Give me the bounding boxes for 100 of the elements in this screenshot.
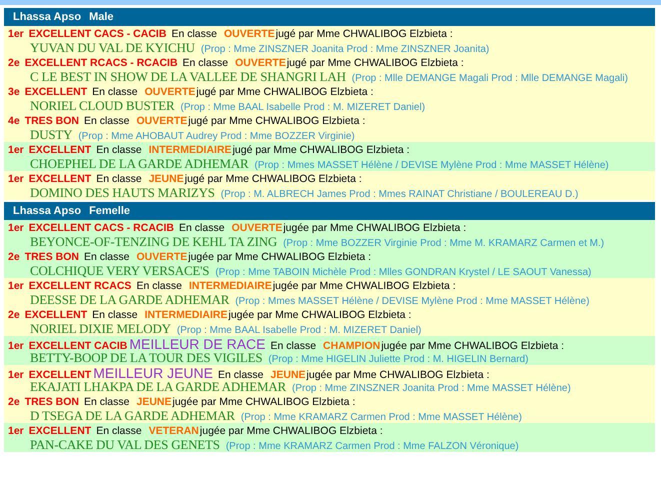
dog-name: NORIEL DIXIE MELODY <box>30 321 171 336</box>
rank-label: 1er <box>8 144 24 156</box>
class-name: OUVERTE <box>136 251 188 263</box>
judge-text: jugé par Mme CHWALIBOG Elzbieta : <box>232 144 410 156</box>
class-label: En classe <box>96 173 142 185</box>
grade-label: EXCELLENT <box>28 173 92 185</box>
class-label: En classe <box>218 369 264 381</box>
dog-name: CHOEPHEL DE LA GARDE ADHEMAR <box>30 156 249 171</box>
owner-text: (Prop : Mme AHOBAUT Audrey Prod : Mme BOZZER Virginie) <box>78 130 355 144</box>
class-name: JEUNE <box>270 369 306 381</box>
dog-name: EKAJATI LHAKPA DE LA GARDE ADHEMAR <box>30 379 286 394</box>
award-label: MEILLEUR DE RACE <box>129 338 266 350</box>
rank-label: 1er <box>8 173 24 185</box>
class-label: En classe <box>84 115 130 127</box>
rank-label: 1er <box>8 28 24 40</box>
breed-label: Lhassa Apso <box>13 11 82 23</box>
dog-name: BEYONCE-OF-TENZING DE KEHL TA ZING <box>30 234 278 249</box>
class-name: OUVERTE <box>235 57 286 69</box>
owner-text: (Prop : Mme BOZZER Virginie Prod : Mme M. KRAMARZ Carmen et M.) <box>283 237 604 251</box>
grade-label: EXCELLENT RCACS - RCACIB <box>24 57 178 69</box>
class-name: JEUNE <box>148 173 184 185</box>
owner-text: (Prop : Mme KRAMARZ Carmen Prod : Mme FALZON Véronique) <box>226 440 519 454</box>
rank-label: 1er <box>8 340 24 352</box>
class-name: JEUNE <box>136 396 172 408</box>
class-label: En classe <box>84 396 130 408</box>
grade-label: TRES BON <box>24 251 79 263</box>
judge-text: jugée par Mme CHWALIBOG Elzbieta : <box>188 251 372 263</box>
grade-label: EXCELLENT CACS - RCACIB <box>28 222 174 234</box>
class-name: OUVERTE <box>136 115 188 127</box>
judge-text: jugée par Mme CHWALIBOG Elzbieta : <box>381 340 564 352</box>
dog-name: DEESSE DE LA GARDE ADHEMAR <box>30 292 230 307</box>
class-label: En classe <box>179 222 225 234</box>
grade-label: EXCELLENT <box>28 369 92 381</box>
grade-label: EXCELLENT <box>24 309 88 321</box>
class-label: En classe <box>84 251 130 263</box>
judge-text: jugé par Mme CHWALIBOG Elzbieta : <box>276 28 453 40</box>
rank-label: 1er <box>8 425 24 437</box>
owner-text: (Prop : Mme KRAMARZ Carmen Prod : Mme MASSET Hélène) <box>240 411 522 425</box>
judge-text: jugé par Mme CHWALIBOG Elzbieta : <box>184 173 362 185</box>
rank-label: 4e <box>8 115 20 127</box>
rank-label: 3e <box>8 86 20 98</box>
owner-text: (Prop : Mmes MASSET Hélène / DEVISE Mylène Prod : Mme MASSET Hélène) <box>254 159 609 173</box>
grade-label: EXCELLENT <box>28 425 92 437</box>
rank-label: 2e <box>8 309 20 321</box>
dog-name: PAN-CAKE DU VAL DES GENETS <box>30 437 220 452</box>
grade-label: EXCELLENT CACS - CACIB <box>28 28 166 40</box>
rank-label: 2e <box>8 396 20 408</box>
class-label: En classe <box>92 309 138 321</box>
owner-text: (Prop : Mme BAAL Isabelle Prod : M. MIZERET Daniel) <box>180 101 426 115</box>
grade-label: EXCELLENT <box>28 144 92 156</box>
judge-text: jugé par Mme CHWALIBOG Elzbieta : <box>196 86 374 98</box>
rank-label: 2e <box>8 57 20 69</box>
grade-label: TRES BON <box>24 396 79 408</box>
judge-text: jugé par Mme CHWALIBOG Elzbieta : <box>286 57 464 69</box>
judge-text: jugée par Mme CHWALIBOG Elzbieta : <box>272 280 456 292</box>
judge-text: jugée par Mme CHWALIBOG Elzbieta : <box>200 425 383 437</box>
judge-text: jugée par Mme CHWALIBOG Elzbieta : <box>228 309 412 321</box>
sex-label: Femelle <box>89 205 130 217</box>
dog-name: D TSEGA DE LA GARDE ADHEMAR <box>30 408 235 423</box>
class-name: OUVERTE <box>232 222 282 234</box>
dog-name: BETTY-BOOP DE LA TOUR DES VIGILES <box>30 350 262 365</box>
owner-text: (Prop : Mlle DEMANGE Magali Prod : Mlle DEMANGE Magali) <box>352 72 628 86</box>
judge-text: jugée par Mme CHWALIBOG Elzbieta : <box>306 369 490 381</box>
owner-text: (Prop : Mme BAAL Isabelle Prod : M. MIZERET Daniel) <box>176 324 422 338</box>
dog-name: NORIEL CLOUD BUSTER <box>30 98 174 113</box>
owner-text: (Prop : M. ALBRECH James Prod : Mmes RAINAT Christiane / BOULEREAU D.) <box>220 188 578 202</box>
class-name: VETERAN <box>148 425 199 437</box>
class-label: En classe <box>96 144 142 156</box>
owner-text: (Prop : Mme ZINSZNER Joanita Prod : Mme MASSET Hélène) <box>292 382 571 396</box>
class-label: En classe <box>182 57 228 69</box>
rank-label: 1er <box>8 222 24 234</box>
grade-label: EXCELLENT CACIB <box>28 340 128 352</box>
class-label: En classe <box>96 425 142 437</box>
judge-text: jugée par Mme CHWALIBOG Elzbieta : <box>283 222 466 234</box>
rank-label: 1er <box>8 369 24 381</box>
class-name: OUVERTE <box>144 86 196 98</box>
dog-name: C LE BEST IN SHOW DE LA VALLEE DE SHANGRI LAH <box>30 69 346 84</box>
grade-label: EXCELLENT <box>24 86 88 98</box>
dog-name: DOMINO DES HAUTS MARIZYS <box>30 185 215 200</box>
owner-text: (Prop : Mme HIGELIN Juliette Prod : M. HIGELIN Bernard) <box>268 353 528 367</box>
grade-label: TRES BON <box>24 115 79 127</box>
class-label: En classe <box>171 28 217 40</box>
breed-label: Lhassa Apso <box>13 205 82 217</box>
owner-text: (Prop : Mme ZINSZNER Joanita Prod : Mme ZINSZNER Joanita) <box>200 43 490 57</box>
class-name: INTERMEDIAIRE <box>148 144 232 156</box>
award-label: MEILLEUR JEUNE <box>93 367 213 379</box>
class-label: En classe <box>136 280 182 292</box>
owner-text: (Prop : Mmes MASSET Hélène / DEVISE Mylène Prod : Mme MASSET Hélène) <box>235 295 590 309</box>
rank-label: 2e <box>8 251 20 263</box>
class-name: INTERMEDIAIRE <box>144 309 228 321</box>
judge-text: jugée par Mme CHWALIBOG Elzbieta : <box>172 396 356 408</box>
class-label: En classe <box>270 340 316 352</box>
judge-text: jugé par Mme CHWALIBOG Elzbieta : <box>188 115 366 127</box>
class-label: En classe <box>92 86 138 98</box>
class-name: CHAMPION <box>323 340 380 352</box>
class-name: OUVERTE <box>224 28 275 40</box>
class-name: INTERMEDIAIRE <box>188 280 272 292</box>
sex-label: Male <box>89 11 114 23</box>
dog-name: YUVAN DU VAL DE KYICHU <box>30 40 195 55</box>
dog-name: DUSTY <box>30 127 72 142</box>
